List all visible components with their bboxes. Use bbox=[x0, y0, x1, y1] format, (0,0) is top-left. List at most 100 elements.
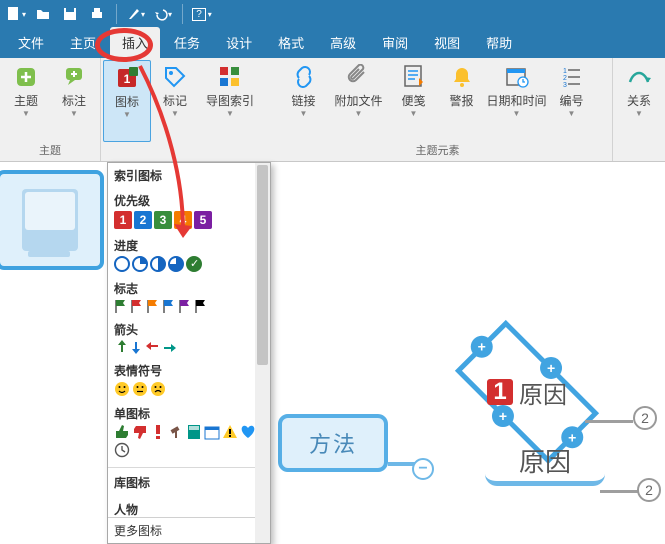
ribbon-group-title: 主题 bbox=[39, 142, 61, 160]
menu-format[interactable]: 格式 bbox=[266, 27, 316, 58]
arrow-icon[interactable] bbox=[146, 340, 160, 354]
ribbon-link-button[interactable]: 链接 ▼ bbox=[280, 60, 328, 142]
ribbon-label: 关系 bbox=[627, 92, 651, 109]
file-open-icon[interactable] bbox=[31, 3, 55, 25]
flag-icon[interactable] bbox=[194, 299, 208, 313]
note-icon bbox=[401, 64, 427, 90]
ribbon-label: 编号 bbox=[559, 92, 583, 109]
ribbon-index-button[interactable]: 导图索引 ▼ bbox=[199, 60, 261, 142]
section-single-icons: 单图标 bbox=[108, 401, 270, 465]
ribbon-relationship-button[interactable]: 关系 ▼ bbox=[615, 60, 663, 142]
flag-icon[interactable] bbox=[162, 299, 176, 313]
collapse-toggle[interactable]: − bbox=[412, 458, 434, 480]
print-icon[interactable] bbox=[85, 3, 109, 25]
ribbon-topic-button[interactable]: 主题 ▼ bbox=[2, 60, 50, 142]
ribbon-notes-button[interactable]: 便笺 ▼ bbox=[390, 60, 438, 142]
menu-task[interactable]: 任务 bbox=[162, 27, 212, 58]
calendar-small-icon[interactable] bbox=[204, 424, 220, 440]
thumb-up-icon[interactable] bbox=[114, 424, 130, 440]
topic-cause-2[interactable]: 原因 bbox=[485, 438, 605, 486]
gavel-icon[interactable] bbox=[168, 424, 184, 440]
ribbon-alarm-button[interactable]: 警报 bbox=[438, 60, 486, 142]
arrow-icon[interactable] bbox=[162, 340, 176, 354]
section-title: 优先级 bbox=[114, 190, 264, 211]
section-flags: 标志 bbox=[108, 276, 270, 317]
icon-marker-dropdown: 索引图标 优先级 1 2 3 4 5 进度 标志 箭头 表情符号 bbox=[107, 162, 271, 544]
ribbon-callout-button[interactable]: 标注 ▼ bbox=[50, 60, 98, 142]
priority-4-icon[interactable]: 4 bbox=[174, 211, 192, 229]
child-count-badge[interactable]: 2 bbox=[633, 406, 657, 430]
priority-2-icon[interactable]: 2 bbox=[134, 211, 152, 229]
flag-icon[interactable] bbox=[130, 299, 144, 313]
progress-25-icon[interactable] bbox=[132, 256, 148, 272]
ribbon-label: 链接 bbox=[291, 92, 315, 109]
clock-icon[interactable] bbox=[114, 442, 130, 458]
ribbon-label: 图标 bbox=[115, 93, 139, 110]
neutral-icon[interactable] bbox=[132, 381, 148, 397]
menu-view[interactable]: 视图 bbox=[422, 27, 472, 58]
menu-review[interactable]: 审阅 bbox=[370, 27, 420, 58]
ribbon-tags-button[interactable]: 标记 ▼ bbox=[151, 60, 199, 142]
priority-1-icon[interactable]: 1 bbox=[114, 211, 132, 229]
ribbon-numbering-button[interactable]: 123 编号 ▼ bbox=[548, 60, 596, 142]
progress-50-icon[interactable] bbox=[150, 256, 166, 272]
ribbon-group-markers: 1 图标 ▼ 标记 ▼ 导图索引 ▼ bbox=[101, 58, 263, 161]
priority-5-icon[interactable]: 5 bbox=[194, 211, 212, 229]
flag-icon[interactable] bbox=[178, 299, 192, 313]
progress-0-icon[interactable] bbox=[114, 256, 130, 272]
topic-text: 原因 bbox=[519, 442, 571, 479]
bell-icon bbox=[449, 64, 475, 90]
save-icon[interactable] bbox=[58, 3, 82, 25]
smile-icon[interactable] bbox=[114, 381, 130, 397]
warning-icon[interactable] bbox=[222, 424, 238, 440]
dropdown-icon: ▼ bbox=[123, 112, 131, 118]
priority-3-icon[interactable]: 3 bbox=[154, 211, 172, 229]
menu-design[interactable]: 设计 bbox=[214, 27, 264, 58]
flag-icon[interactable] bbox=[114, 299, 128, 313]
ribbon-attachment-button[interactable]: 附加文件 ▼ bbox=[328, 60, 390, 142]
ribbon-label: 便笺 bbox=[401, 92, 425, 109]
add-parent-left[interactable]: + bbox=[471, 336, 493, 358]
menu-home[interactable]: 主页 bbox=[58, 27, 108, 58]
section-title: 标志 bbox=[114, 278, 264, 299]
svg-text:1: 1 bbox=[563, 68, 567, 75]
separator bbox=[107, 467, 271, 468]
mindmap-canvas[interactable]: 方法 − + + + + 1 原因 2 原因 2 bbox=[0, 162, 665, 544]
progress-done-icon[interactable] bbox=[186, 256, 202, 272]
section-progress: 进度 bbox=[108, 233, 270, 276]
brush-icon[interactable]: ▾ bbox=[124, 3, 148, 25]
help-dropdown-icon[interactable]: ?▾ bbox=[190, 3, 214, 25]
marker-red-icon: 1 bbox=[114, 65, 140, 91]
section-library: 库图标 bbox=[108, 470, 270, 497]
ribbon-label: 日期和时间 bbox=[486, 92, 546, 109]
connector-line bbox=[585, 420, 633, 423]
exclaim-icon[interactable] bbox=[150, 424, 166, 440]
menu-insert[interactable]: 插入 bbox=[110, 27, 160, 58]
progress-75-icon[interactable] bbox=[168, 256, 184, 272]
ribbon-label: 标注 bbox=[62, 92, 86, 109]
list-num-icon: 123 bbox=[559, 64, 585, 90]
menu-file[interactable]: 文件 bbox=[6, 27, 56, 58]
child-count-badge[interactable]: 2 bbox=[637, 478, 661, 502]
plus-green-icon bbox=[13, 64, 39, 90]
menu-help[interactable]: 帮助 bbox=[474, 27, 524, 58]
dropdown-icon: ▼ bbox=[22, 111, 30, 117]
panel-more-icons[interactable]: 更多图标 bbox=[108, 517, 255, 543]
flag-icon[interactable] bbox=[146, 299, 160, 313]
arrow-icon[interactable] bbox=[114, 340, 128, 354]
arrow-icon[interactable] bbox=[130, 340, 144, 354]
callout-icon bbox=[61, 64, 87, 90]
thumb-down-icon[interactable] bbox=[132, 424, 148, 440]
file-new-icon[interactable]: ▾ bbox=[4, 3, 28, 25]
dropdown-icon: ▼ bbox=[635, 111, 643, 117]
menu-advanced[interactable]: 高级 bbox=[318, 27, 368, 58]
ribbon-icons-button[interactable]: 1 图标 ▼ bbox=[103, 60, 151, 142]
calc-icon[interactable] bbox=[186, 424, 202, 440]
panel-scrollbar[interactable] bbox=[255, 163, 270, 543]
undo-icon[interactable]: ▾ bbox=[151, 3, 175, 25]
topic-method[interactable]: 方法 bbox=[278, 414, 388, 472]
frown-icon[interactable] bbox=[150, 381, 166, 397]
topic-computer[interactable] bbox=[0, 170, 104, 270]
scrollbar-thumb[interactable] bbox=[257, 165, 268, 365]
ribbon-datetime-button[interactable]: 日期和时间 ▼ bbox=[486, 60, 548, 142]
